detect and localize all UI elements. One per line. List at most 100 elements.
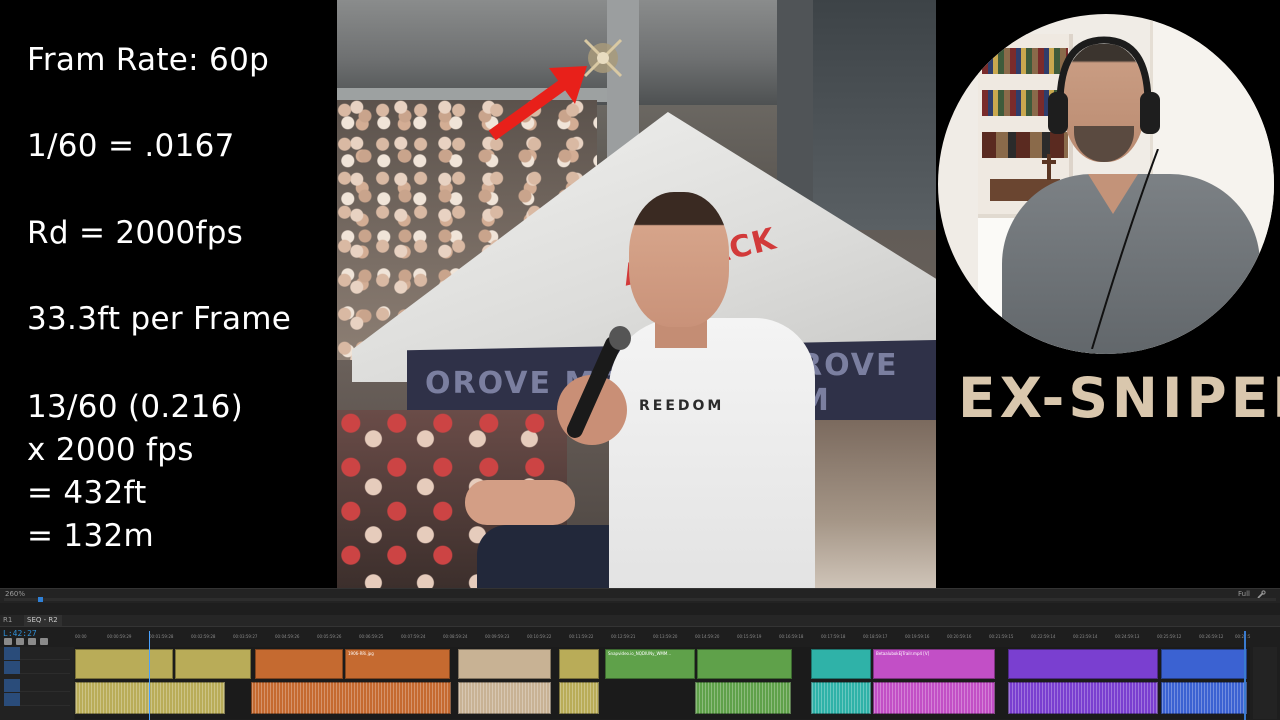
ruler-tick: 00:20:59:16 — [947, 634, 972, 639]
video-clip[interactable] — [458, 649, 551, 679]
microphone-head — [609, 326, 631, 350]
audio-clip[interactable] — [873, 682, 995, 714]
frame-rate-text: Fram Rate: 60p — [27, 42, 270, 78]
video-clip[interactable] — [1161, 649, 1247, 679]
ruler-tick: 00:00:59:29 — [107, 634, 132, 639]
ruler-tick: 00:18:59:17 — [863, 634, 888, 639]
video-frame: AN BACK OROVE ME W ROVE M REEDOM — [337, 0, 936, 588]
ruler-tick: 00:11:59:22 — [569, 634, 594, 639]
shirt-text: REEDOM — [639, 398, 725, 414]
video-clip[interactable] — [1008, 649, 1158, 679]
ruler-tick: 00:25:59:12 — [1157, 634, 1182, 639]
audio-clip[interactable] — [75, 682, 225, 714]
ruler-tick: 00:23:59:14 — [1073, 634, 1098, 639]
editor-timeline: 260% Full R1 SEQ - R2 L:42:27 00:00 00:0… — [0, 588, 1280, 720]
stadium-stand — [807, 0, 936, 230]
track-header-a2[interactable] — [4, 693, 70, 706]
calculation-panel: Fram Rate: 60p 1/60 = .0167 Rd = 2000fps… — [0, 0, 336, 588]
audio-clip[interactable] — [251, 682, 451, 714]
ruler-tick: 00:07:59:24 — [401, 634, 426, 639]
video-clip[interactable] — [811, 649, 871, 679]
vertical-scrollbar[interactable] — [1253, 647, 1277, 719]
ruler-tick: 00:17:59:18 — [821, 634, 846, 639]
clip-label: 1906-RRi.jpg — [348, 651, 374, 656]
speaker-hands — [465, 480, 575, 525]
ruler-tick: 00:15:59:19 — [737, 634, 762, 639]
settings-icon[interactable] — [40, 638, 48, 645]
result-meters-text: = 132m — [27, 518, 154, 554]
ruler-tick: 00:02:59:28 — [191, 634, 216, 639]
cross-icon — [1042, 154, 1056, 180]
track-headers — [0, 647, 74, 720]
audio-clip[interactable] — [1161, 682, 1247, 714]
audio-clip[interactable] — [1008, 682, 1158, 714]
tracks-area[interactable]: 1906-RRi.jpg Snapvideo.io_NQDIUNy_WMM...… — [75, 647, 1250, 719]
ruler-tick: 00:05:59:26 — [317, 634, 342, 639]
banner-text-right: ROVE M — [799, 348, 899, 418]
ruler-tick: 00:26:59:12 — [1199, 634, 1224, 639]
track-target[interactable] — [4, 693, 20, 706]
ruler-tick: 00:03:59:27 — [233, 634, 258, 639]
distance-per-frame-text: 33.3ft per Frame — [27, 301, 292, 337]
frames-fraction-text: 13/60 (0.216) — [27, 389, 244, 425]
video-clip[interactable] — [559, 649, 599, 679]
video-clip[interactable]: Snapvideo.io_NQDIUNy_WMM... — [605, 649, 695, 679]
playhead[interactable] — [149, 631, 150, 720]
video-clip[interactable] — [697, 649, 792, 679]
round-speed-text: Rd = 2000fps — [27, 215, 244, 251]
audio-clip[interactable] — [695, 682, 791, 714]
ruler-tick: 00:00 — [75, 634, 87, 639]
ruler-tick: 00:13:59:20 — [653, 634, 678, 639]
speaker-head — [629, 192, 729, 327]
audio-clip[interactable] — [811, 682, 871, 714]
audio-clip[interactable] — [458, 682, 551, 714]
track-target[interactable] — [4, 661, 20, 674]
ruler-tick: 00:10:59:22 — [527, 634, 552, 639]
host-webcam — [938, 14, 1274, 354]
video-clip[interactable] — [175, 649, 251, 679]
video-clip[interactable] — [75, 649, 173, 679]
headphone-cable-icon — [1091, 149, 1159, 349]
ruler-tick: 00:12:59:21 — [611, 634, 636, 639]
video-clip[interactable]: BetaalubokEJTrailr.mp4 [V] — [873, 649, 995, 679]
video-clip[interactable]: 1906-RRi.jpg — [345, 649, 450, 679]
track-header-a1[interactable] — [4, 679, 70, 692]
marker-icon[interactable] — [28, 638, 36, 645]
track-target[interactable] — [4, 679, 20, 692]
ruler-tick: 00:27:5 — [1235, 634, 1251, 639]
ruler-tick: 00:04:59:26 — [275, 634, 300, 639]
multiplier-text: x 2000 fps — [27, 432, 194, 468]
ruler-tick: 00:19:59:16 — [905, 634, 930, 639]
video-clip[interactable] — [255, 649, 343, 679]
playhead-slider[interactable] — [4, 598, 1276, 601]
ruler-tick: 00:08:59:24 — [443, 634, 468, 639]
fit-dropdown[interactable]: Full — [1238, 590, 1250, 598]
sequence-bar: R1 SEQ - R2 — [0, 615, 1280, 627]
ruler-tick: 00:24:59:13 — [1115, 634, 1140, 639]
linked-selection-icon[interactable] — [16, 638, 24, 645]
sequence-tab[interactable]: SEQ - R2 — [24, 615, 62, 626]
track-header-v1[interactable] — [4, 647, 70, 660]
audio-clip[interactable] — [559, 682, 599, 714]
snap-icon[interactable] — [4, 638, 12, 645]
ruler-tick: 00:01:59:28 — [149, 634, 174, 639]
timeline-tools — [4, 638, 70, 646]
track-target[interactable] — [4, 647, 20, 660]
time-ruler[interactable]: 00:00 00:00:59:29 00:01:59:28 00:02:59:2… — [75, 631, 1250, 645]
timecode-display[interactable]: L:42:27 — [3, 629, 37, 638]
ruler-tick: 00:06:59:25 — [359, 634, 384, 639]
host-title: EX-SNIPER — [958, 366, 1280, 430]
ruler-tick: 00:09:59:23 — [485, 634, 510, 639]
ruler-tick: 00:21:59:15 — [989, 634, 1014, 639]
panel-label: R1 — [3, 616, 13, 624]
result-feet-text: = 432ft — [27, 475, 147, 511]
ruler-tick: 00:14:59:20 — [695, 634, 720, 639]
ruler-tick: 00:16:59:18 — [779, 634, 804, 639]
zoom-level[interactable]: 260% — [5, 590, 25, 598]
host-panel: EX-SNIPER — [936, 0, 1280, 588]
sequence-end-marker — [1244, 631, 1246, 720]
track-header-v2[interactable] — [4, 661, 70, 674]
ruler-tick: 00:22:59:14 — [1031, 634, 1056, 639]
clip-label: Snapvideo.io_NQDIUNy_WMM... — [608, 651, 672, 656]
playhead-knob[interactable] — [38, 597, 43, 602]
